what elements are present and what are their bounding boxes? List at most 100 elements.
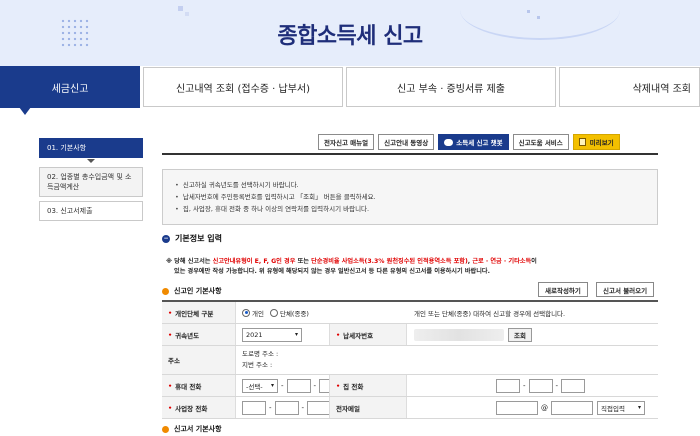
year-cell: 2021 ▾ [242,324,302,345]
decor-square [185,12,189,16]
biz-phone-3-input[interactable] [307,400,332,415]
decor-square [527,10,530,13]
video-label: 신고안내 동영상 [384,139,429,147]
dash: - [269,403,272,412]
email-label: 전자메일 [329,397,407,418]
email-domain-select[interactable]: 직접입력 ▾ [597,400,645,415]
radio-group[interactable] [269,308,278,317]
mobile-mid-input[interactable] [286,378,311,393]
notice-item: 납세자번호에 주민등록번호를 입력하시고 「조회」 버튼을 클릭하세요. [175,191,645,203]
year-select[interactable]: 2021 ▾ [242,327,302,342]
radio-label: 단체(종중) [279,309,309,318]
tab-attachment-submit[interactable]: 신고 부속 · 증빙서류 제출 [346,67,556,107]
home-phone-label: 집 전화 [329,375,407,396]
chatbot-icon [444,138,454,146]
dash: - [281,381,284,390]
subsection-report: 신고서 기본사항 [162,424,222,434]
chevron-down-icon: ▾ [294,331,298,338]
year-label: 귀속년도 [162,324,236,345]
main-nav: 세금신고 신고내역 조회 (접수증 · 납부서) 신고 부속 · 증빙서류 제출… [0,66,700,115]
help-service-button[interactable]: 신고도움 서비스 [512,134,569,150]
mobile-prefix-value: -선택- [246,382,263,391]
biz-phone-cell: - - [242,397,332,418]
step-submit[interactable]: 03. 신고서제출 [39,201,143,221]
biz-phone-1-input[interactable] [242,400,266,415]
radio-individual[interactable] [242,308,250,317]
minus-circle-icon[interactable]: − [162,234,170,243]
home-phone-2-input[interactable] [528,378,553,393]
document-icon [578,138,586,146]
manual-button[interactable]: 전자신고 매뉴얼 [318,134,375,150]
chevron-down-icon: ▾ [637,404,641,411]
warning-text: 이 [531,258,537,265]
warning-highlight: 근로 · 연금 · 기타소득 [472,258,532,265]
warning-highlight: 단순경비율 사업소득(3.3% 원천징수된 인적용역소득 포함) [311,258,468,265]
form-row: 개인단체 구분 개인 단체(종중) 개인 또는 단체(종중) 대하여 신고할 경… [162,302,658,324]
warning-highlight: 신고안내유형이 E, F, G인 경우 [212,258,296,265]
dash: - [523,381,526,390]
at-sign: @ [541,403,548,412]
page-title: 종합소득세 신고 [277,24,423,49]
email-cell: @ 직접입력 ▾ [496,397,645,418]
year-value: 2021 [246,330,263,339]
preview-label: 미리보기 [589,139,614,147]
mobile-prefix-select[interactable]: -선택- ▾ [242,378,278,393]
individual-type-radios: 개인 단체(종중) [242,302,309,323]
address-cell: 도로명 주소 : 지번 주소 : [242,346,278,374]
individual-type-note: 개인 또는 단체(종중) 대하여 신고할 경우에 선택합니다. [414,309,566,318]
home-phone-1-input[interactable] [496,378,520,393]
lot-address: 지번 주소 : [242,361,273,369]
step-sidebar: 01. 기본사항 02. 업종별 총수입금액 및 소득금액계산 03. 신고서제… [39,138,143,225]
tab-report-history[interactable]: 신고내역 조회 (접수증 · 납부서) [143,67,343,107]
dash: - [555,381,559,390]
mobile-cell: -선택- ▾ - - [242,375,344,396]
reporter-form: 개인단체 구분 개인 단체(종중) 개인 또는 단체(종중) 대하여 신고할 경… [162,300,658,419]
form-row: 사업장 전화 - - 전자메일 @ 직접입력 ▾ [162,397,658,419]
taxpayer-no-input[interactable] [414,328,504,341]
form-row: 주소 도로명 주소 : 지번 주소 : [162,346,658,375]
help-toolbar: 전자신고 매뉴얼 신고안내 동영상 소득세 신고 챗봇 신고도움 서비스 미리보… [318,134,620,150]
preview-button[interactable]: 미리보기 [572,134,620,150]
home-phone-3-input[interactable] [561,378,586,393]
warning-text: 또는 [295,258,312,265]
tab-deleted-history[interactable]: 삭제내역 조회 [559,67,700,107]
address-label: 주소 [162,346,236,374]
section-title: 기본정보 입력 [175,234,222,243]
chevron-down-icon: ▾ [270,382,274,389]
dash: - [301,403,305,412]
section-basic-info: − 기본정보 입력 [162,233,222,244]
radio-label: 개인 [252,309,264,318]
decor-square [178,6,183,11]
email-domain-value: 직접입력 [601,404,625,413]
taxpayer-no-cell: 조회 [414,324,532,345]
warning-text: 있는 경우에만 작성 가능합니다. 위 유형에 해당되지 않는 경우 일반신고서… [174,268,490,275]
subsection-title: 신고서 기본사항 [174,425,222,433]
notice-item: 신고하실 귀속년도를 선택하시기 바랍니다. [175,179,645,191]
video-button[interactable]: 신고안내 동영상 [378,134,435,150]
taxpayer-no-label: 납세자번호 [329,324,407,345]
individual-type-label: 개인단체 구분 [162,302,236,323]
email-id-input[interactable] [496,400,538,415]
warning-text: ※ 당해 신고서는 [166,258,213,265]
eligibility-warning: ※ 당해 신고서는 신고안내유형이 E, F, G인 경우 또는 단순경비율 사… [166,257,656,277]
email-domain-input[interactable] [551,400,593,415]
dash: - [313,381,317,390]
page-header: 종합소득세 신고 [0,0,700,66]
help-service-label: 신고도움 서비스 [518,139,563,147]
step-arrow-icon [87,159,95,163]
biz-phone-2-input[interactable] [274,400,299,415]
subsection-title: 신고인 기본사항 [174,287,222,295]
chatbot-button[interactable]: 소득세 신고 챗봇 [438,134,509,150]
chatbot-label: 소득세 신고 챗봇 [456,139,503,147]
subsection-reporter: 신고인 기본사항 [162,286,222,296]
form-row: 휴대 전화 -선택- ▾ - - 집 전화 - - [162,375,658,397]
lookup-button[interactable]: 조회 [508,327,532,342]
manual-label: 전자신고 매뉴얼 [324,139,369,147]
new-write-button[interactable]: 새로작성하기 [538,282,588,297]
tab-tax-report[interactable]: 세금신고 [0,66,140,115]
bullet-icon [162,425,169,433]
step-basic-info[interactable]: 01. 기본사항 [39,138,143,158]
bullet-icon [162,287,169,295]
load-report-button[interactable]: 신고서 불러오기 [596,282,655,297]
step-income-calc[interactable]: 02. 업종별 총수입금액 및 소득금액계산 [39,167,143,197]
